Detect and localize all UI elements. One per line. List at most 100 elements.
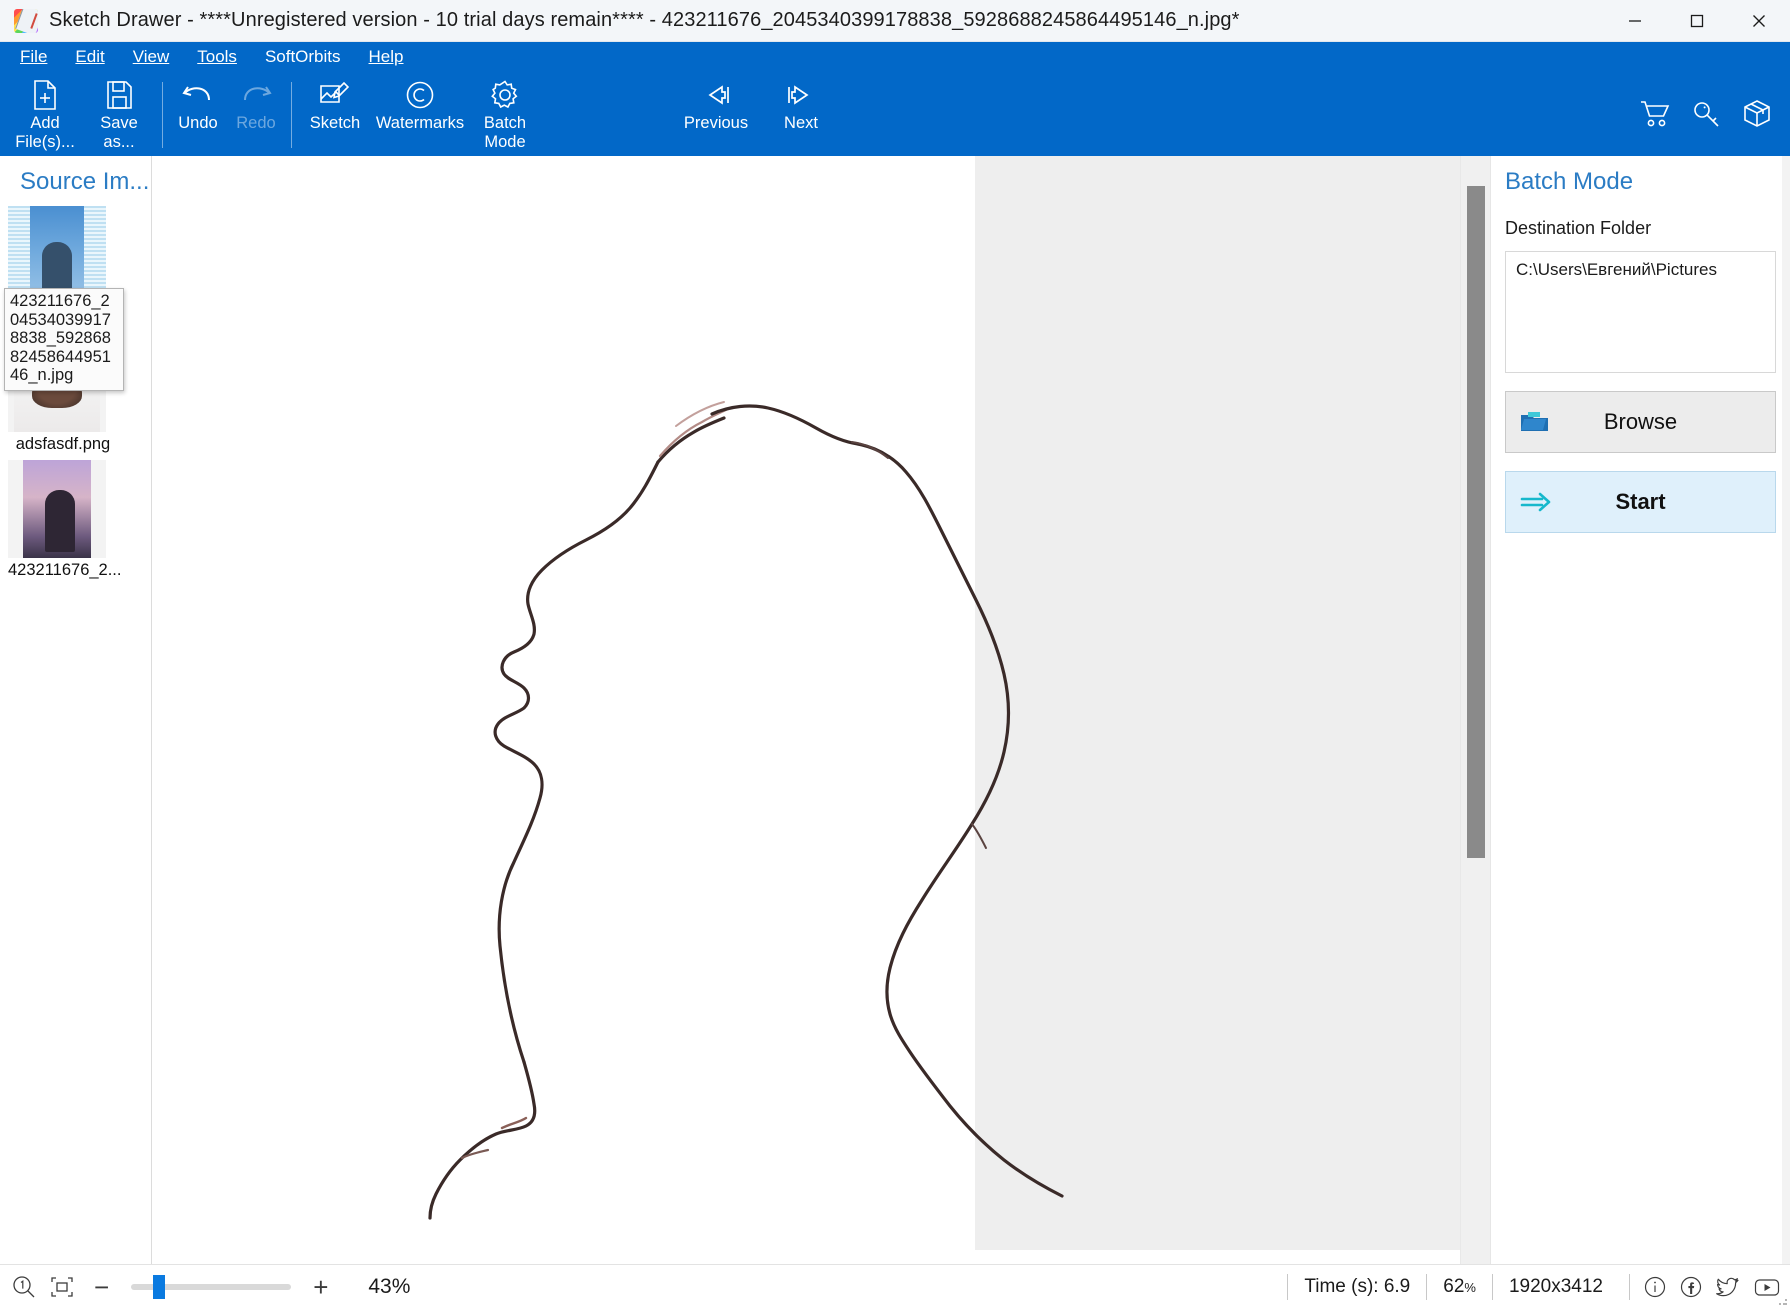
toolbar: Add File(s)... Save as... Undo Redo Sket… [0,72,1790,156]
list-item[interactable]: 423211676_2... [8,460,151,580]
start-button[interactable]: Start [1505,471,1776,533]
menu-view-label: View [132,47,170,66]
panel-right-edge [1782,156,1790,1264]
window-title: Sketch Drawer - ****Unregistered version… [49,9,1240,31]
menu-tools-label: Tools [197,47,237,66]
toolbar-right-icons [1640,72,1772,156]
thumbnail-caption: adsfasdf.png [15,435,111,453]
canvas-vertical-scrollbar[interactable] [1460,156,1490,1264]
thumbnail-art [23,460,91,558]
toolbar-nav-group: Previous Next [668,72,838,156]
destination-folder-field[interactable]: C:\Users\Евгений\Pictures [1505,251,1776,373]
arrow-right-start-icon [1520,491,1552,513]
batch-mode-panel-title: Batch Mode [1505,168,1634,195]
youtube-icon[interactable] [1754,1276,1780,1298]
progress-percent-sign: % [1464,1279,1476,1295]
app-window: Sketch Drawer - ****Unregistered version… [0,0,1790,1308]
save-as-button[interactable]: Save as... [82,72,156,156]
destination-folder-label: Destination Folder [1505,218,1652,238]
box-icon[interactable] [1742,99,1772,129]
maximize-button[interactable] [1666,0,1728,42]
redo-icon [239,78,273,112]
source-images-panel: Source Im... 423211676_2045340399178838_… [0,156,152,1264]
undo-label: Undo [178,114,218,132]
toolbar-separator-2 [291,82,292,148]
add-files-label: Add File(s)... [15,114,75,151]
save-icon [105,78,133,112]
zoom-slider[interactable] [131,1274,292,1299]
status-bar-right: Time (s): 6.9 62% 1920x3412 [1287,1265,1780,1308]
arrow-left-icon [699,78,733,112]
browse-button[interactable]: Browse [1505,391,1776,453]
close-button[interactable] [1728,0,1790,42]
window-controls [1604,0,1790,42]
source-images-title: Source Im... [20,168,150,195]
sketch-label: Sketch [309,114,361,132]
thumbnail-tooltip: 423211676_2045340399178838_5928688245864… [4,288,124,391]
arrow-right-icon [784,78,818,112]
zoom-slider-thumb[interactable] [153,1274,166,1299]
social-links [1629,1274,1780,1300]
batch-mode-panel: Batch Mode Destination Folder C:\Users\Е… [1490,156,1790,1264]
scrollbar-thumb[interactable] [1467,186,1485,858]
undo-button[interactable]: Undo [169,72,227,156]
thumbnail-caption: 423211676_2... [8,561,122,579]
sketch-preview-drawing [428,401,1064,1220]
zoom-percent-label: 43% [368,1274,411,1298]
add-file-icon [31,78,59,112]
processing-time-label: Time (s): 6.9 [1287,1274,1426,1300]
destination-folder-value: C:\Users\Евгений\Pictures [1516,260,1718,279]
resize-grip[interactable] [1778,1296,1788,1306]
redo-button[interactable]: Redo [227,72,285,156]
image-dimensions-label: 1920x3412 [1491,1274,1619,1300]
menu-help[interactable]: Help [365,45,408,69]
minimize-button[interactable] [1604,0,1666,42]
progress-percent-value: 62 [1443,1276,1465,1297]
menu-file[interactable]: File [16,45,51,69]
info-icon[interactable] [1644,1276,1666,1298]
key-icon[interactable] [1692,100,1722,128]
copyright-icon [405,78,435,112]
facebook-icon[interactable] [1680,1276,1702,1298]
zoom-out-button[interactable]: − [86,1274,117,1300]
undo-icon [181,78,215,112]
next-label: Next [784,114,818,132]
menu-file-label: File [20,47,48,66]
add-files-button[interactable]: Add File(s)... [8,72,82,156]
redo-label: Redo [236,114,276,132]
status-bar: − + 43% Time (s): 6.9 62% 1920x3412 [0,1264,1790,1308]
watermarks-button[interactable]: Watermarks [372,72,468,156]
batch-mode-button[interactable]: Batch Mode [468,72,542,156]
gear-icon [490,78,520,112]
zoom-actual-size-icon[interactable] [10,1273,38,1301]
twitter-icon[interactable] [1716,1276,1740,1298]
sketch-pencil-icon [319,78,351,112]
thumbnail-list: 423211676_2045340399178838_5928688245864… [0,206,151,580]
zoom-controls: − + 43% [10,1273,410,1301]
menu-softorbits[interactable]: SoftOrbits [261,45,345,69]
title-bar: Sketch Drawer - ****Unregistered version… [0,0,1790,42]
sketch-button[interactable]: Sketch [298,72,372,156]
zoom-in-button[interactable]: + [305,1274,336,1300]
thumbnail-image[interactable] [8,460,106,558]
menu-edit-label: Edit [75,47,105,66]
folder-icon [1520,410,1550,434]
fit-to-window-icon[interactable] [48,1274,76,1300]
cart-icon[interactable] [1640,100,1672,128]
main-body: Source Im... 423211676_2045340399178838_… [0,156,1790,1264]
save-as-label: Save as... [100,114,138,151]
app-logo-icon [14,8,38,33]
menu-help-label: Help [368,47,404,66]
menu-softorbits-label: SoftOrbits [264,47,341,66]
menu-bar: File Edit View Tools SoftOrbits Help [0,42,1790,72]
batch-mode-label: Batch Mode [483,114,527,151]
image-canvas[interactable] [152,156,1460,1264]
watermarks-label: Watermarks [375,114,465,132]
menu-edit[interactable]: Edit [71,45,108,69]
menu-tools[interactable]: Tools [193,45,241,69]
previous-button[interactable]: Previous [668,72,764,156]
progress-percent-label: 62% [1426,1274,1492,1300]
next-button[interactable]: Next [764,72,838,156]
menu-view[interactable]: View [129,45,174,69]
